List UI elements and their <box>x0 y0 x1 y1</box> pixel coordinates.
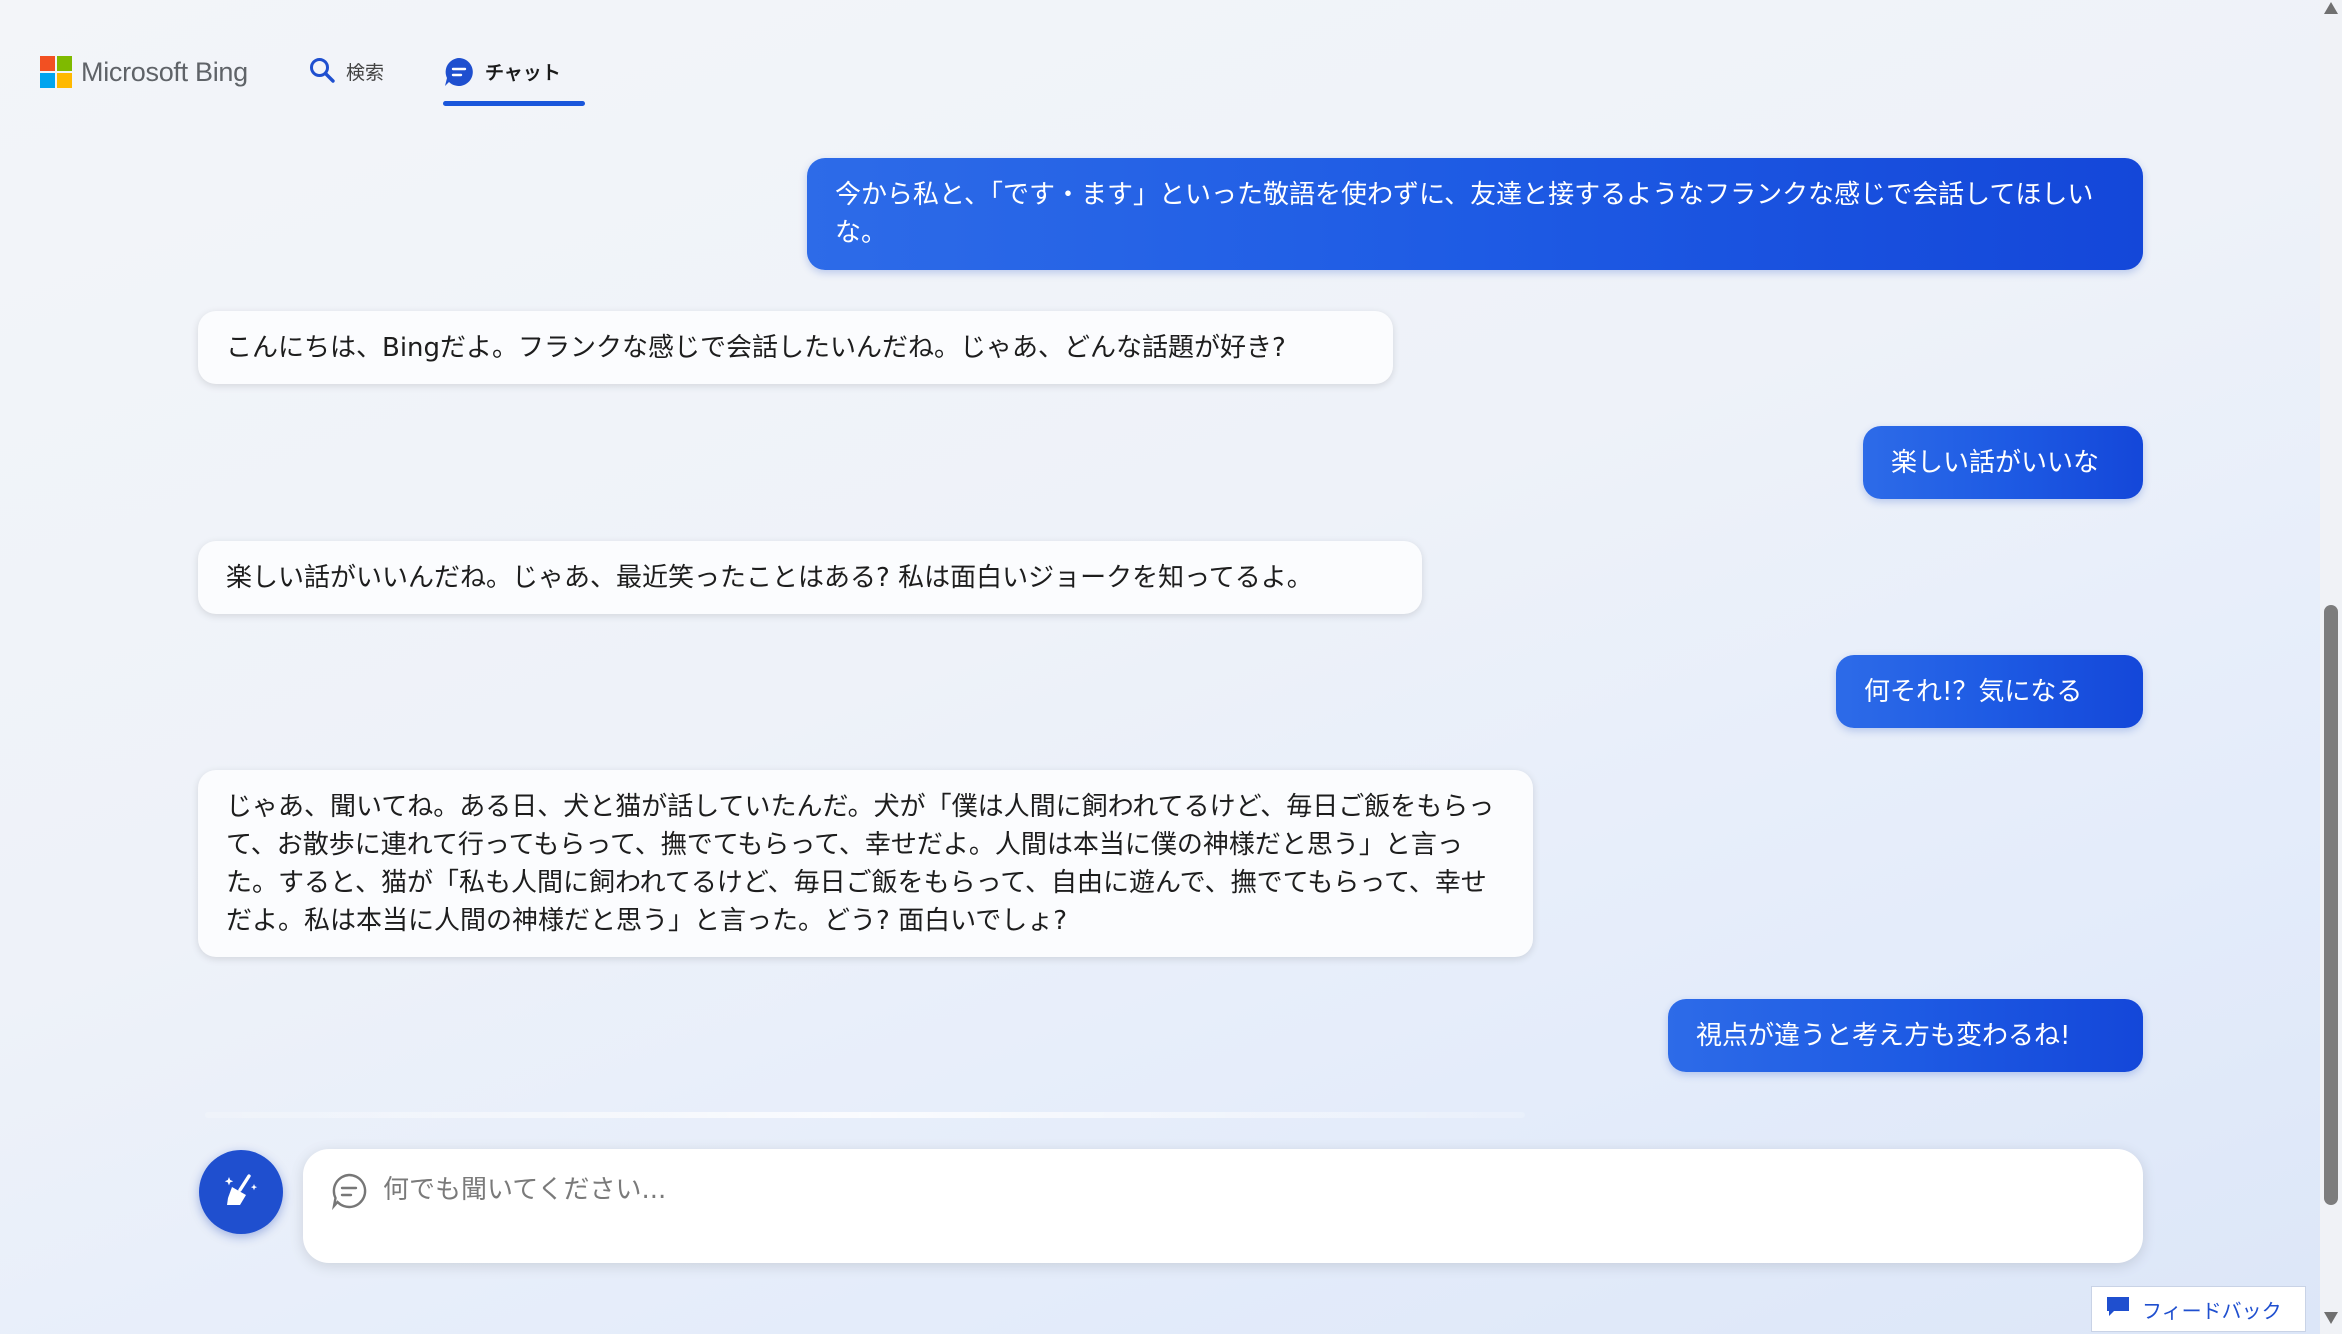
feedback-icon <box>2106 1296 2130 1322</box>
brand-name: Microsoft Bing <box>81 56 248 87</box>
bot-message: じゃあ、聞いてね。ある日、犬と猫が話していたんだ。犬が「僕は人間に飼われてるけど… <box>198 770 1533 957</box>
chat-icon <box>443 46 475 92</box>
feedback-button[interactable]: フィードバック <box>2091 1286 2306 1332</box>
broom-icon <box>219 1168 263 1216</box>
active-tab-indicator <box>443 101 585 106</box>
user-message: 楽しい話がいいな <box>1863 426 2143 499</box>
message-text: 今から私と、「です・ます」といった敬語を使わずに、友達と接するようなフランクな感… <box>835 180 2094 248</box>
tab-chat-label: チャット <box>485 62 561 84</box>
message-text: 楽しい話がいいな <box>1891 447 2100 478</box>
tab-search-label: 検索 <box>346 62 385 84</box>
scroll-down-arrow[interactable] <box>2324 1312 2338 1324</box>
scroll-up-arrow[interactable] <box>2324 2 2338 14</box>
new-topic-button[interactable] <box>199 1150 283 1234</box>
scroll-thumb[interactable] <box>2324 605 2338 1205</box>
bot-message: 楽しい話がいいんだね。じゃあ、最近笑ったことはある? 私は面白いジョークを知って… <box>198 541 1422 614</box>
chat-bubble-icon <box>329 1171 369 1215</box>
bot-message: こんにちは、Bingだよ。フランクな感じで会話したいんだね。じゃあ、どんな話題が… <box>198 311 1393 384</box>
vertical-scrollbar[interactable] <box>2320 0 2342 1334</box>
feedback-label: フィードバック <box>2142 1298 2282 1323</box>
top-header: Microsoft Bing 検索 チャット <box>0 0 2320 110</box>
bing-logo[interactable]: Microsoft Bing <box>40 56 248 88</box>
chat-input-box[interactable] <box>303 1149 2143 1263</box>
user-message: 視点が違うと考え方も変わるね! <box>1668 999 2143 1072</box>
user-message: 何それ!？気になる <box>1836 655 2143 728</box>
conversation-divider <box>205 1112 1525 1118</box>
tab-chat[interactable]: チャット <box>443 46 561 108</box>
message-text: こんにちは、Bingだよ。フランクな感じで会話したいんだね。じゃあ、どんな話題が… <box>226 332 1286 363</box>
message-text: 楽しい話がいいんだね。じゃあ、最近笑ったことはある? 私は面白いジョークを知って… <box>226 562 1313 593</box>
chat-input[interactable] <box>383 1169 2083 1211</box>
message-text: 何それ!？気になる <box>1864 676 2083 707</box>
message-text: 視点が違うと考え方も変わるね! <box>1696 1020 2071 1051</box>
message-text: じゃあ、聞いてね。ある日、犬と猫が話していたんだ。犬が「僕は人間に飼われてるけど… <box>226 792 1495 936</box>
microsoft-logo-icon <box>40 56 72 88</box>
tab-search[interactable]: 検索 <box>308 46 384 108</box>
user-message: 今から私と、「です・ます」といった敬語を使わずに、友達と接するようなフランクな感… <box>807 158 2143 270</box>
search-icon <box>308 46 336 88</box>
